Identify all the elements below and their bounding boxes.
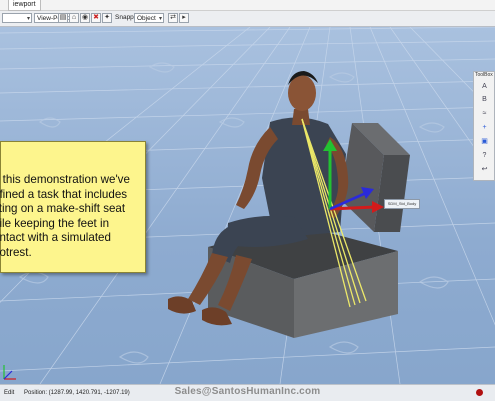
light-icon[interactable]: ✖ — [91, 13, 101, 23]
arrow-icon[interactable]: ▸ — [179, 13, 189, 23]
chevron-down-icon: ▾ — [158, 16, 162, 22]
camera-icon[interactable]: ◉ — [80, 13, 90, 23]
toolbox-button-7[interactable]: ↩ — [479, 164, 490, 175]
callout-text: n this demonstration we've efined a task… — [0, 173, 130, 259]
home-icon[interactable]: ⌂ — [69, 13, 79, 23]
3d-viewport[interactable]: n this demonstration we've efined a task… — [0, 27, 495, 384]
toolbox-button-6[interactable]: ? — [479, 150, 490, 161]
toolbox-button-3[interactable]: ≈ — [479, 108, 490, 119]
link-icon[interactable]: ⇄ — [168, 13, 178, 23]
snapping-select-value: Object — [137, 15, 156, 22]
target-tag: SDM_Std_Body — [384, 199, 420, 209]
snapping-select[interactable]: Object ▾ — [134, 13, 164, 23]
window-title-bar: iewport — [0, 0, 495, 11]
viewport-tab[interactable]: iewport — [8, 0, 41, 11]
record-indicator-icon[interactable] — [476, 389, 483, 396]
axis-triad-icon — [3, 365, 16, 380]
perspective-select[interactable]: View-Persp ▾ — [34, 13, 74, 23]
toolbox-button-4[interactable]: + — [479, 122, 490, 133]
view-select[interactable]: ▾ — [2, 13, 32, 23]
toolbox-panel: ToolBox A B ≈ + ▣ ? ↩ — [473, 71, 495, 181]
chevron-down-icon: ▾ — [26, 16, 30, 22]
instruction-callout: n this demonstration we've efined a task… — [0, 141, 146, 273]
backrest-box[interactable] — [340, 123, 410, 232]
toolbox-button-2[interactable]: B — [479, 94, 490, 105]
toolbox-button-1[interactable]: A — [479, 81, 490, 92]
status-bar: Edit Position: (1287.99, 1420.791, -1207… — [0, 384, 495, 401]
viewport-toolbar: ▾ View-Persp ▾ ▤ ⌂ ◉ ✖ ✦ Snapping: Objec… — [0, 11, 495, 27]
toolbox-button-5[interactable]: ▣ — [479, 136, 490, 147]
toolbox-title: ToolBox — [475, 72, 493, 78]
sales-email: Sales@SantosHumanInc.com — [174, 386, 321, 397]
open-icon[interactable]: ▤ — [58, 13, 68, 23]
settings-icon[interactable]: ✦ — [102, 13, 112, 23]
